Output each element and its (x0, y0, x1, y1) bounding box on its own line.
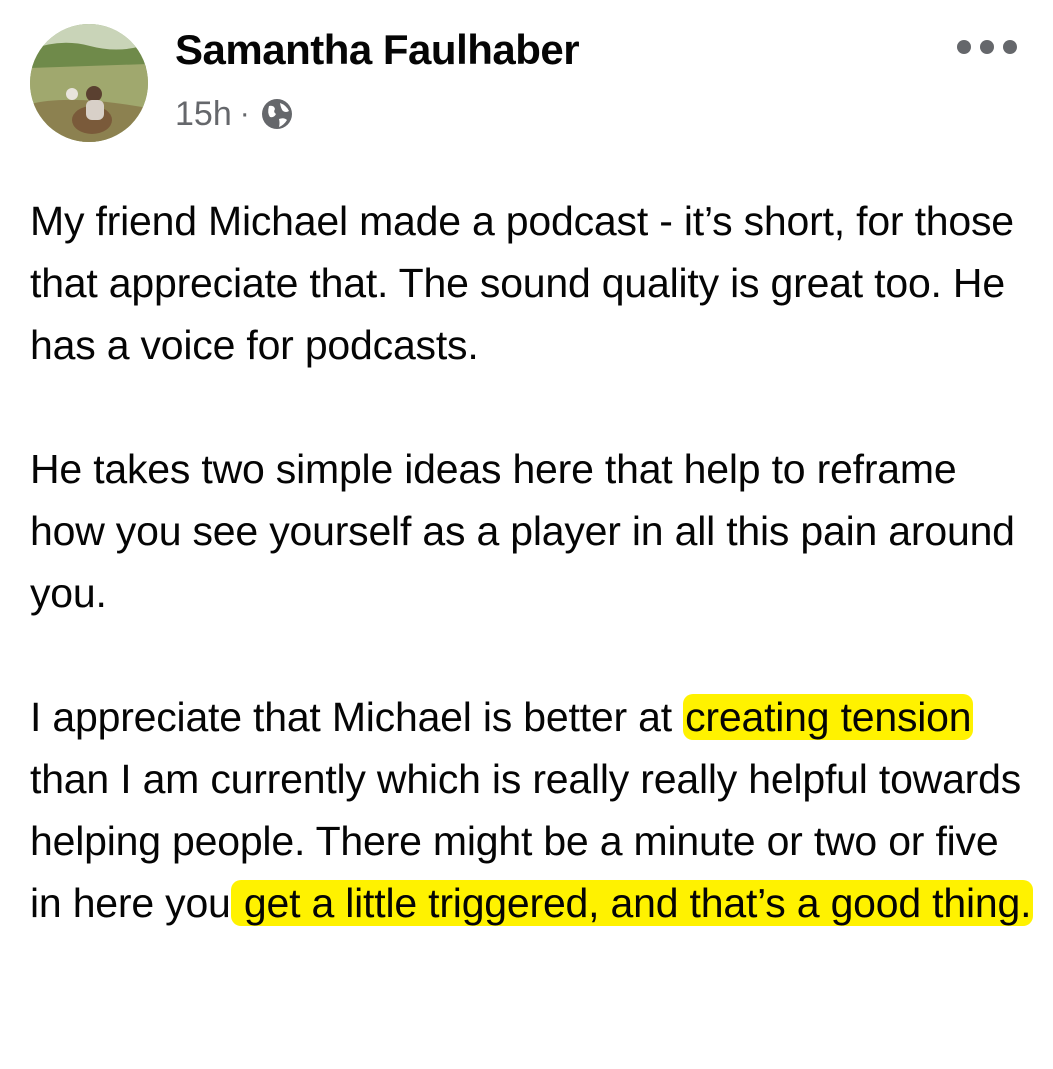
post-text: My friend Michael made a podcast - it’s … (30, 190, 1040, 934)
post-paragraph-1: My friend Michael made a podcast - it’s … (30, 198, 1014, 368)
post-time[interactable]: 15h (175, 95, 232, 134)
post-paragraph-3: I appreciate that Michael is better at c… (30, 686, 1040, 934)
highlighted-text-2: get a little triggered, and that’s a goo… (230, 880, 1034, 926)
paragraph-3-text-1: I appreciate that Michael is better at (30, 694, 684, 740)
author-name[interactable]: Samantha Faulhaber (175, 26, 580, 74)
highlighted-text-1: creating tension (683, 694, 974, 740)
author-avatar[interactable] (30, 24, 148, 142)
post-meta: 15h · (175, 94, 294, 134)
more-dot (980, 40, 994, 54)
more-dot (1003, 40, 1017, 54)
more-horizontal-icon (957, 40, 971, 54)
post-header: Samantha Faulhaber 15h · (0, 0, 1053, 160)
globe-icon[interactable] (260, 97, 294, 131)
more-options-button[interactable] (957, 32, 1017, 62)
meta-separator: · (239, 97, 250, 130)
post-paragraph-2: He takes two simple ideas here that help… (30, 446, 1015, 616)
avatar-photo (30, 24, 148, 142)
